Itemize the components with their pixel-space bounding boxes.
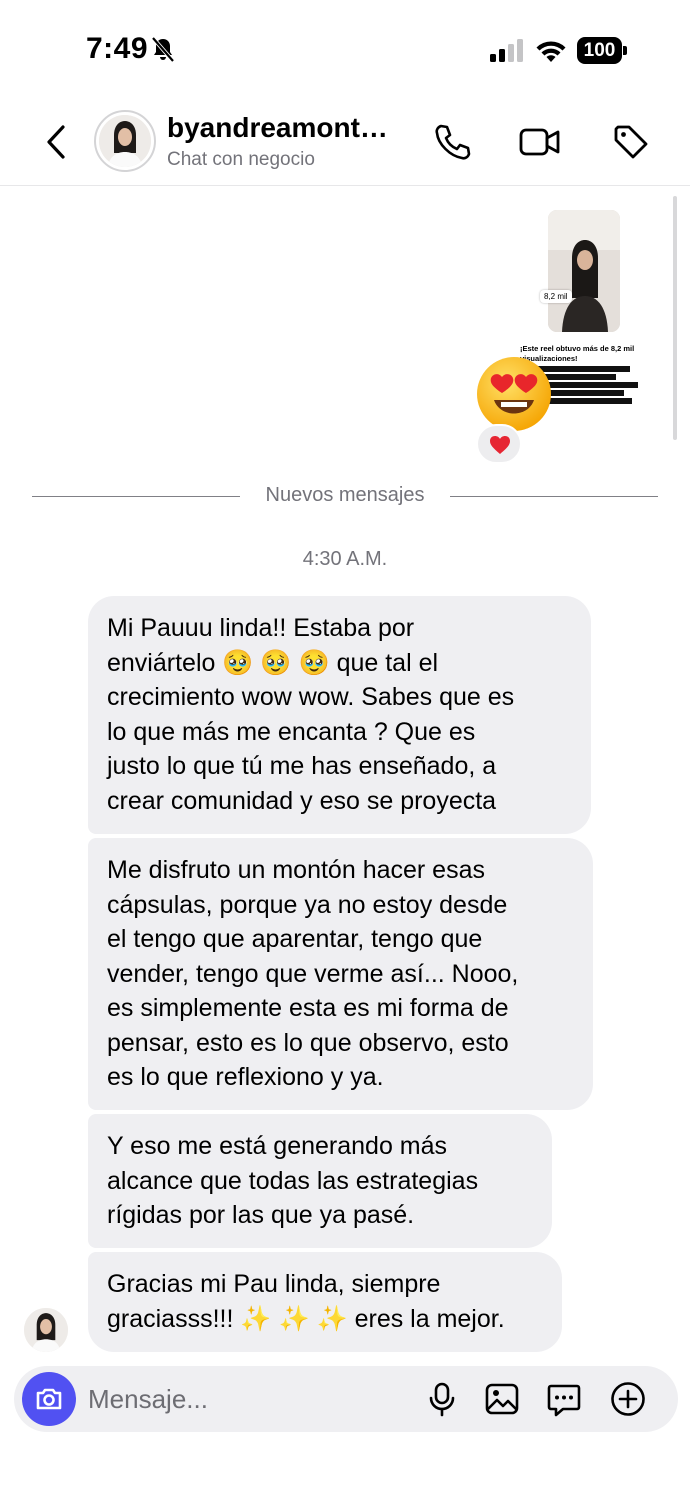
red-heart-icon [490,436,510,454]
phone-call-icon[interactable] [432,122,472,162]
camera-button[interactable] [22,1372,76,1426]
message-line: el tengo que aparentar, tengo que [107,925,483,953]
camera-icon [36,1388,62,1410]
message-line: alcance que todas las estrategias [107,1166,479,1195]
plus-icon[interactable] [610,1381,646,1417]
message-line: cápsulas, porque ya no estoy desde [107,890,508,919]
message-line: Mi Pauuu linda!! Estaba por [107,614,415,642]
message-input[interactable] [88,1380,388,1418]
scrollbar[interactable] [673,196,677,440]
message-line: justo lo que tú me has enseñado, a [107,752,497,780]
message-line: es lo que reflexiono y ya. [107,1063,384,1091]
message-bubble[interactable]: Y eso me está generando más alcance que … [88,1114,552,1248]
video-call-icon[interactable] [518,124,562,160]
reel-views-badge: 8,2 mil [540,290,572,303]
message-composer [14,1366,678,1432]
message-line: Y eso me está generando más [107,1132,448,1160]
chat-bubble-icon[interactable] [546,1381,582,1417]
message-line: graciasss!!! ✨ ✨ ✨ eres la mejor. [107,1304,505,1333]
message-line: crecimiento wow wow. Sabes que es [107,683,515,711]
wifi-icon [536,41,566,62]
reel-thumbnail[interactable] [548,210,620,332]
message-bubble[interactable]: Mi Pauuu linda!! Estaba por enviártelo 🥹… [88,596,591,834]
battery-icon: 100 [577,37,627,64]
tag-icon[interactable] [611,122,651,162]
message-line: crear comunidad y eso se proyecta [107,786,497,815]
message-line: enviártelo 🥹 🥹 🥹 que tal el [107,648,439,677]
battery-level: 100 [577,37,622,64]
message-line: rígidas por las que ya pasé. [107,1201,415,1229]
message-line: Me disfruto un montón hacer esas [107,856,485,884]
contact-subtitle: Chat con negocio [167,149,315,170]
message-line: Gracias mi Pau linda, siempre [107,1270,441,1298]
sender-avatar[interactable] [24,1308,68,1352]
heart-eyes-emoji-icon[interactable] [474,354,554,434]
contact-avatar[interactable] [94,110,156,172]
message-bubble[interactable]: Gracias mi Pau linda, siempre graciasss!… [88,1252,562,1352]
contact-name[interactable]: byandreamont… [167,112,388,144]
gallery-icon[interactable] [484,1381,520,1417]
message-line: lo que más me encanta ? Que es [107,717,476,746]
message-line: pensar, esto es lo que observo, esto [107,1028,509,1057]
message-timestamp: 4:30 A.M. [302,548,388,570]
bell-muted-icon [151,36,175,63]
message-bubble[interactable]: Me disfruto un montón hacer esas cápsula… [88,838,593,1110]
microphone-icon[interactable] [424,1381,460,1417]
status-bar: 7:49 100 [0,0,690,100]
message-line: vender, tengo que verme así... Nooo, [107,959,519,988]
chat-header: byandreamont… Chat con negocio [0,100,690,186]
new-messages-divider: Nuevos mensajes [32,484,658,510]
message-line: es simplemente esta es mi forma de [107,994,509,1022]
back-arrow-icon[interactable] [40,122,74,162]
cellular-signal-icon [490,39,523,62]
status-time: 7:49 [86,32,149,65]
divider-label: Nuevos mensajes [265,484,425,506]
reaction-pill[interactable] [476,424,522,464]
